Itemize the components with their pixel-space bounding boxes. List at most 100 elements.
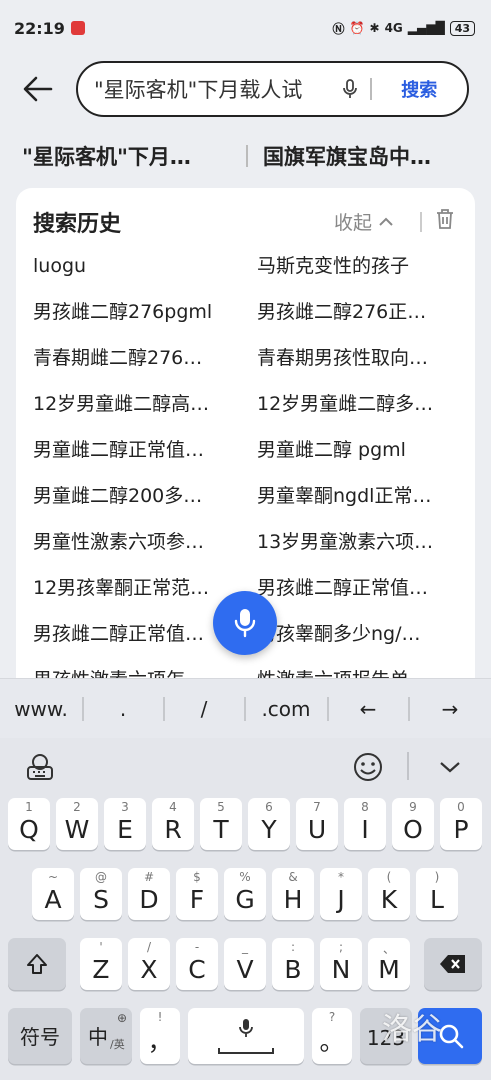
search-button[interactable]: 搜索 [372, 76, 468, 102]
key-letter: G [235, 885, 255, 914]
key-letter: S [93, 885, 109, 914]
key-hint: ; [338, 940, 344, 954]
history-item[interactable]: 13岁男童激素六项… [257, 527, 457, 557]
key-r[interactable]: 4 R [152, 798, 194, 850]
key-y[interactable]: 6 Y [248, 798, 290, 850]
key-d[interactable]: # D [128, 868, 170, 920]
cursor-left-key[interactable]: ← [328, 679, 408, 739]
keyboard-settings-button[interactable] [18, 738, 62, 796]
url-quickbar: www. . / .com ← → [0, 678, 491, 738]
key-letter: Y [261, 815, 277, 844]
status-right: Ⓝ ⏰ ✱ 4G ▂▄▆█ 43 [333, 20, 475, 37]
key-q[interactable]: 1 Q [8, 798, 50, 850]
history-item[interactable]: 男孩雌二醇正常值… [33, 619, 233, 649]
history-item[interactable]: 男童雌二醇正常值… [33, 435, 233, 465]
key-a[interactable]: ~ A [32, 868, 74, 920]
history-item[interactable]: 男童性激素六项参… [33, 527, 233, 557]
history-item[interactable]: 12岁男童雌二醇高… [33, 389, 233, 419]
key-o[interactable]: 9 O [392, 798, 434, 850]
key-letter: B [284, 955, 302, 984]
key-f[interactable]: $ F [176, 868, 218, 920]
bluetooth-icon: ✱ [369, 21, 380, 35]
key-letter: L [430, 885, 444, 914]
history-item[interactable]: 12男孩睾酮正常范… [33, 573, 233, 603]
quick-key-www[interactable]: www. [0, 679, 82, 739]
key-g[interactable]: % G [224, 868, 266, 920]
key-p[interactable]: 0 P [440, 798, 482, 850]
key-c[interactable]: - C [176, 938, 218, 990]
collapse-button[interactable]: 收起 [334, 208, 394, 235]
key-letter: M [378, 955, 400, 984]
key-hint: ) [434, 870, 440, 884]
status-bar: 22:19 Ⓝ ⏰ ✱ 4G ▂▄▆█ 43 [0, 0, 491, 56]
backspace-icon [440, 955, 465, 973]
emoji-button[interactable] [346, 738, 390, 796]
key-hint: - [194, 940, 200, 954]
key-hint: 1 [25, 800, 33, 814]
clear-history-button[interactable] [436, 208, 454, 234]
key-x[interactable]: / X [128, 938, 170, 990]
key-b[interactable]: : B [272, 938, 314, 990]
key-i[interactable]: 8 I [344, 798, 386, 850]
search-input[interactable]: "星际客机"下月载人试 搜索 [76, 61, 469, 117]
key-h[interactable]: & H [272, 868, 314, 920]
history-item[interactable]: 男童睾酮ngdl正常… [257, 481, 457, 511]
suggestion-item[interactable]: "星际客机"下月… [22, 141, 232, 171]
key-letter: D [139, 885, 159, 914]
suggestion-item[interactable]: 国旗军旗宝岛中… [263, 141, 473, 171]
history-item[interactable]: 12岁男童雌二醇多… [257, 389, 457, 419]
key-w[interactable]: 2 W [56, 798, 98, 850]
symbols-key[interactable]: 符号 [8, 1008, 72, 1064]
key-k[interactable]: ( K [368, 868, 410, 920]
back-button[interactable] [0, 58, 76, 120]
key-z[interactable]: ' Z [80, 938, 122, 990]
key-letter: X [140, 955, 158, 984]
history-item[interactable]: luogu [33, 251, 233, 281]
space-key[interactable] [188, 1008, 304, 1064]
history-item[interactable]: 男孩雌二醇276正… [257, 297, 457, 327]
key-letter: K [380, 885, 398, 914]
history-item[interactable]: 男童雌二醇 pgml [257, 435, 457, 465]
key-l[interactable]: ) L [416, 868, 458, 920]
status-left: 22:19 [14, 19, 85, 38]
hide-keyboard-button[interactable] [430, 738, 470, 796]
network-label: 4G [384, 21, 403, 35]
history-item[interactable]: 男孩雌二醇276pgml [33, 297, 233, 327]
comma-key[interactable]: ! ， [140, 1008, 180, 1064]
history-item[interactable]: 男童雌二醇200多… [33, 481, 233, 511]
key-m[interactable]: 、 M [368, 938, 410, 990]
key-letter: Z [92, 955, 110, 984]
key-t[interactable]: 5 T [200, 798, 242, 850]
shift-key[interactable] [8, 938, 66, 990]
key-letter: ， [147, 1027, 173, 1056]
battery-indicator: 43 [449, 20, 475, 36]
key-letter: J [337, 885, 345, 914]
key-hint: 6 [265, 800, 273, 814]
history-item[interactable]: 男孩雌二醇正常值… [257, 573, 457, 603]
history-item[interactable]: 青春期雌二醇276… [33, 343, 233, 373]
voice-input-fab[interactable] [213, 591, 277, 655]
quick-key-com[interactable]: .com [245, 679, 327, 739]
key-letter: F [189, 885, 205, 914]
history-item[interactable]: 男孩睾酮多少ng/… [257, 619, 457, 649]
quick-key-dot[interactable]: . [83, 679, 163, 739]
language-switch-key[interactable]: 中 /英 ⊕ [80, 1008, 132, 1064]
backspace-key[interactable] [424, 938, 482, 990]
key-u[interactable]: 7 U [296, 798, 338, 850]
app-notification-icon [70, 21, 85, 35]
symbols-label: 符号 [20, 1025, 60, 1049]
key-e[interactable]: 3 E [104, 798, 146, 850]
key-hint: / [146, 940, 152, 954]
key-j[interactable]: * J [320, 868, 362, 920]
history-item[interactable]: 马斯克变性的孩子 [257, 251, 457, 281]
search-query-text: "星际客机"下月载人试 [94, 78, 303, 102]
quick-key-slash[interactable]: / [164, 679, 244, 739]
key-s[interactable]: @ S [80, 868, 122, 920]
key-letter: Q [19, 815, 39, 844]
key-n[interactable]: ; N [320, 938, 362, 990]
period-key[interactable]: ? 。 [312, 1008, 352, 1064]
key-v[interactable]: _ V [224, 938, 266, 990]
cursor-right-key[interactable]: → [409, 679, 491, 739]
voice-search-button[interactable] [330, 79, 370, 99]
history-item[interactable]: 青春期男孩性取向… [257, 343, 457, 373]
